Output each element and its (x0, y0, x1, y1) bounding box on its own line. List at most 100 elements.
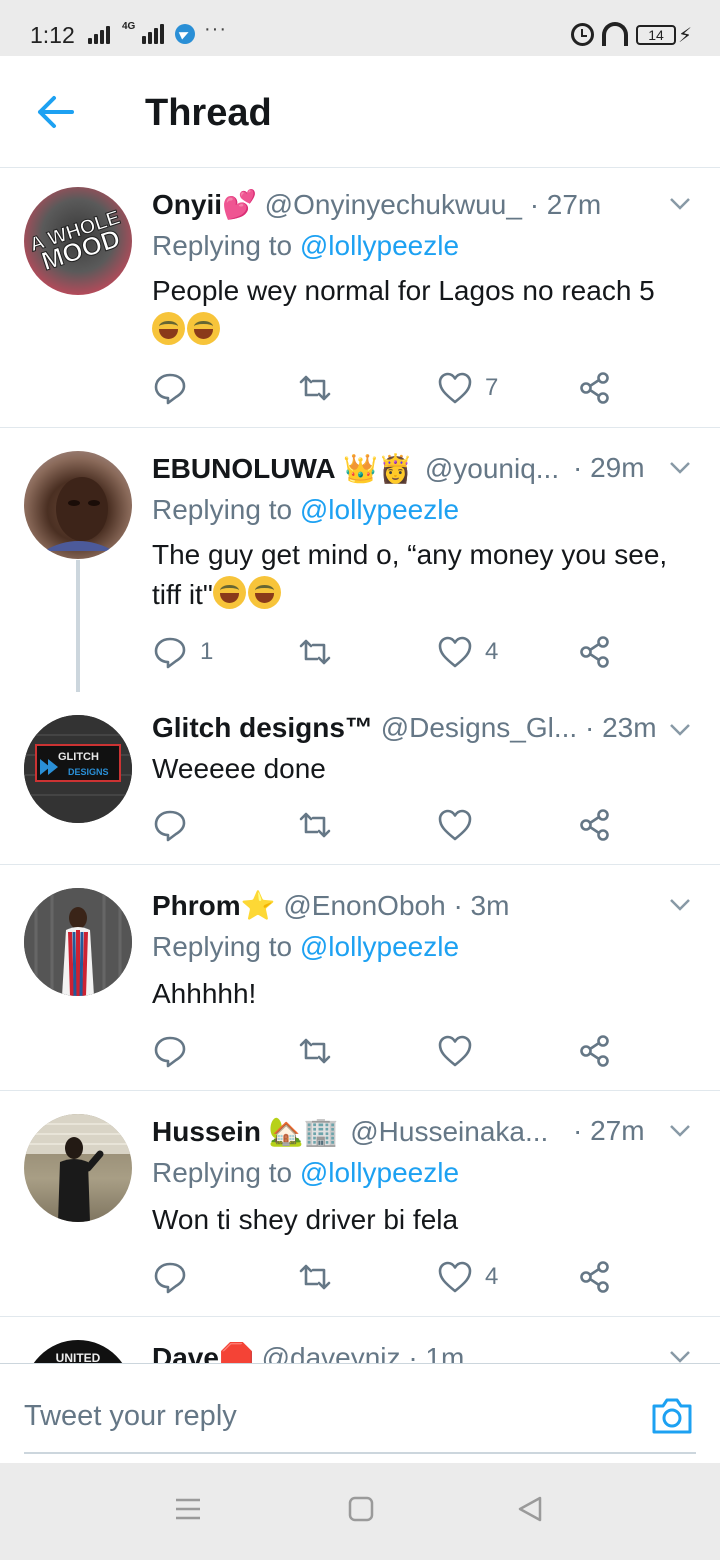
reply-button[interactable] (152, 1031, 200, 1071)
user-name[interactable]: Onyii💕 (152, 189, 257, 220)
like-button[interactable]: 7 (437, 368, 498, 408)
tweet-item[interactable]: Hussein 🏡🏢 @Husseinaka... · 27m Replying… (0, 1091, 720, 1317)
share-icon (580, 809, 609, 841)
avatar-photo-image (24, 888, 132, 996)
chevron-down-icon[interactable] (669, 1119, 691, 1141)
retweet-button[interactable] (297, 1257, 345, 1297)
mention-link[interactable]: @lollypeezle (300, 931, 459, 962)
mention-link[interactable]: @lollypeezle (300, 494, 459, 525)
heart-icon (438, 809, 472, 841)
like-button[interactable] (437, 805, 485, 845)
status-bar: 1:12 4G ··· 14 ⚡ (0, 0, 720, 56)
user-handle[interactable]: @daveyniz (262, 1342, 401, 1363)
heart-icon (438, 1261, 472, 1293)
retweet-icon (299, 639, 331, 665)
user-name[interactable]: EBUNOLUWA (152, 453, 336, 484)
reply-button[interactable] (152, 368, 200, 408)
retweet-button[interactable] (297, 632, 345, 672)
like-button[interactable]: 4 (437, 632, 498, 672)
camera-icon[interactable] (650, 1396, 694, 1436)
telegram-icon (175, 24, 195, 44)
like-count: 4 (485, 1263, 499, 1290)
user-name[interactable]: Dave (152, 1342, 219, 1363)
user-name[interactable]: Hussein (152, 1116, 261, 1147)
retweet-icon (299, 812, 331, 838)
replying-to-line: Replying to @lollypeezle (152, 230, 460, 261)
chevron-down-icon[interactable] (669, 1345, 691, 1363)
avatar[interactable]: GLITCH DESIGNS (24, 715, 132, 823)
reply-button[interactable] (152, 805, 200, 845)
heart-icon (438, 1035, 472, 1067)
back-nav-icon[interactable] (516, 1495, 544, 1528)
avatar[interactable]: UNITED (24, 1340, 132, 1363)
tweet-item[interactable]: EBUNOLUWA 👑👸 @youniq... · 29m Replying t… (0, 428, 720, 710)
retweet-icon (299, 1264, 331, 1290)
signal-icon-2 (142, 24, 166, 44)
menu-icon[interactable] (174, 1495, 202, 1528)
tweet-item[interactable]: A WHOLE MOOD Onyii💕 @Onyinyechukwuu_ · 2… (0, 168, 720, 428)
avatar[interactable] (24, 1114, 132, 1222)
tweet-actions: 4 (152, 1257, 622, 1297)
share-icon (580, 636, 609, 668)
user-handle[interactable]: @EnonOboh (283, 890, 445, 921)
reply-icon (154, 1036, 186, 1068)
reply-icon (154, 1262, 186, 1294)
avatar-photo-image (24, 1114, 132, 1222)
tweet-time: · 1m (408, 1342, 465, 1363)
mention-link[interactable]: @lollypeezle (300, 230, 459, 261)
share-icon (580, 1261, 609, 1293)
tweet-text: People wey normal for Lagos no reach 5 (152, 275, 655, 306)
like-button[interactable]: 4 (437, 1257, 498, 1297)
user-name[interactable]: Glitch designs™ (152, 712, 373, 743)
avatar[interactable] (24, 451, 132, 559)
user-handle[interactable]: @Husseinaka... (350, 1116, 548, 1147)
avatar[interactable]: A WHOLE MOOD (24, 187, 132, 295)
share-button[interactable] (577, 1257, 613, 1297)
chevron-down-icon[interactable] (669, 456, 691, 478)
reply-icon (154, 373, 186, 405)
share-button[interactable] (577, 1031, 613, 1071)
tweet-time: · 3m (453, 890, 510, 921)
share-button[interactable] (577, 805, 613, 845)
alarm-icon (571, 23, 594, 46)
reply-button[interactable]: 1 (152, 632, 213, 672)
reply-input[interactable] (24, 1394, 584, 1438)
home-icon[interactable] (347, 1495, 375, 1528)
share-icon (580, 372, 609, 404)
tweet-item[interactable]: GLITCH DESIGNS Glitch designs™ @Designs_… (0, 692, 720, 865)
retweet-button[interactable] (297, 1031, 345, 1071)
avatar-logo-image: GLITCH DESIGNS (24, 715, 132, 823)
avatar-logo-image: UNITED (56, 1351, 101, 1363)
reply-button[interactable] (152, 1257, 200, 1297)
tweet-item[interactable]: UNITED Dave🛑 @daveyniz · 1m (0, 1317, 720, 1363)
reply-composer (0, 1363, 720, 1463)
battery-level: 14 (648, 27, 664, 43)
tweet-text-line2: tiff it" (152, 576, 283, 613)
share-button[interactable] (577, 632, 613, 672)
tweet-time: · 29m (573, 452, 645, 483)
chevron-down-icon[interactable] (669, 893, 691, 915)
chevron-down-icon[interactable] (669, 718, 691, 740)
svg-text:GLITCH: GLITCH (58, 751, 99, 763)
user-name[interactable]: Phrom (152, 890, 241, 921)
user-handle[interactable]: @youniq... (425, 453, 559, 484)
avatar[interactable] (24, 888, 132, 996)
page-title: Thread (145, 92, 272, 134)
like-button[interactable] (437, 1031, 485, 1071)
share-button[interactable] (577, 368, 613, 408)
input-underline (24, 1452, 696, 1454)
tweet-item[interactable]: Phrom⭐ @EnonOboh · 3m Replying to @lolly… (0, 865, 720, 1091)
tweet-time: · 27m (529, 189, 602, 220)
svg-text:DESIGNS: DESIGNS (68, 767, 109, 777)
user-handle[interactable]: @Onyinyechukwuu_ (265, 189, 522, 220)
retweet-button[interactable] (297, 368, 345, 408)
tweet-actions: 7 (152, 368, 622, 408)
mention-link[interactable]: @lollypeezle (300, 1157, 459, 1188)
tweet-text: Won ti shey driver bi fela (152, 1204, 459, 1235)
user-handle[interactable]: @Designs_Gl... (381, 712, 578, 743)
retweet-button[interactable] (297, 805, 345, 845)
arrow-left-icon[interactable] (34, 92, 78, 132)
chevron-down-icon[interactable] (669, 192, 691, 214)
battery-icon: 14 (636, 25, 676, 45)
name-emoji: 🛑 (218, 1342, 254, 1363)
